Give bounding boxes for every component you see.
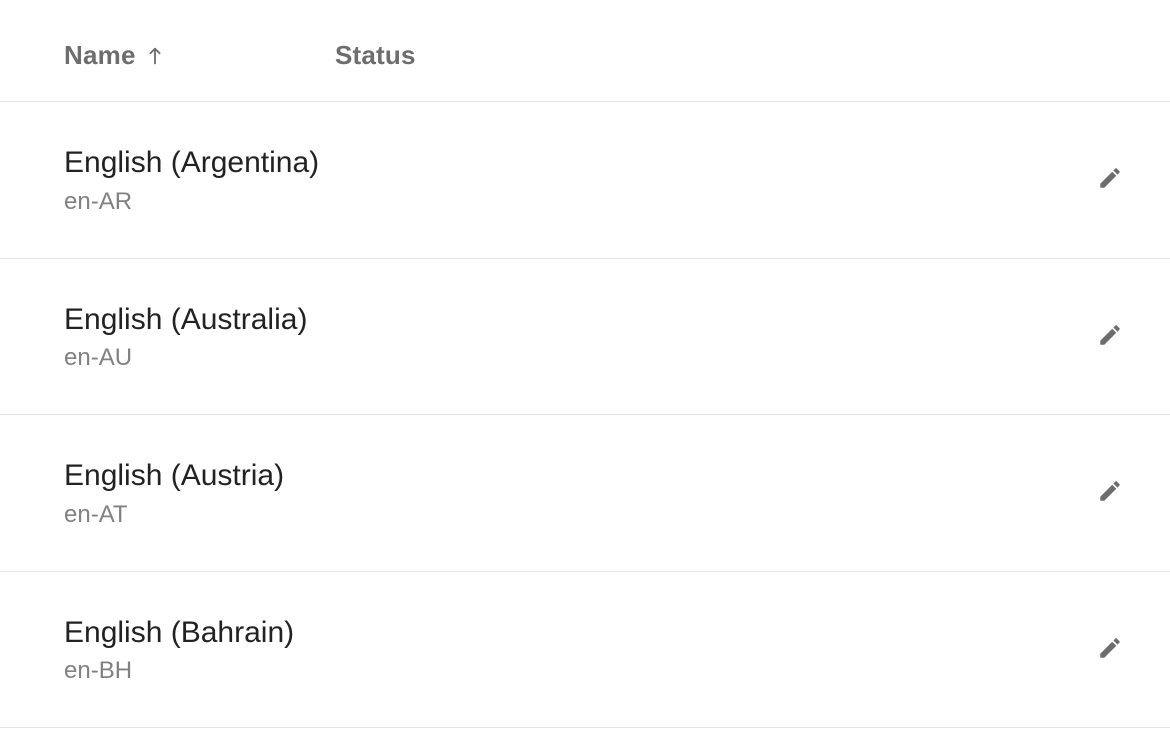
locale-cell: English (Bahrain) en-BH — [0, 614, 335, 686]
table-row: English (Australia) en-AU — [0, 259, 1170, 416]
edit-button[interactable] — [1089, 470, 1131, 515]
edit-icon — [1097, 322, 1123, 351]
table-header-row: Name Status — [0, 0, 1170, 102]
edit-icon — [1097, 165, 1123, 194]
action-cell — [1050, 157, 1170, 202]
action-cell — [1050, 470, 1170, 515]
locale-name: English (Australia) — [64, 301, 335, 339]
locale-code: en-AU — [64, 344, 335, 372]
locale-cell: English (Argentina) en-AR — [0, 144, 335, 216]
column-header-status[interactable]: Status — [335, 40, 1050, 71]
table-row: English (Argentina) en-AR — [0, 102, 1170, 259]
edit-button[interactable] — [1089, 314, 1131, 359]
locale-cell: English (Austria) en-AT — [0, 457, 335, 529]
locale-cell: English (Australia) en-AU — [0, 301, 335, 373]
locale-name: English (Austria) — [64, 457, 335, 495]
action-cell — [1050, 314, 1170, 359]
edit-icon — [1097, 635, 1123, 664]
locale-code: en-AT — [64, 501, 335, 529]
table-row: English (Bahrain) en-BH — [0, 572, 1170, 729]
action-cell — [1050, 627, 1170, 672]
edit-button[interactable] — [1089, 157, 1131, 202]
edit-icon — [1097, 478, 1123, 507]
column-status-label: Status — [335, 40, 416, 70]
locale-name: English (Argentina) — [64, 144, 335, 182]
table-row: English (Austria) en-AT — [0, 415, 1170, 572]
locales-table: Name Status English (Argentina) en-AR En… — [0, 0, 1170, 728]
column-name-label: Name — [64, 40, 136, 71]
column-header-name[interactable]: Name — [0, 40, 335, 71]
locale-code: en-BH — [64, 657, 335, 685]
locale-code: en-AR — [64, 188, 335, 216]
sort-asc-icon — [144, 45, 166, 67]
locale-name: English (Bahrain) — [64, 614, 335, 652]
edit-button[interactable] — [1089, 627, 1131, 672]
